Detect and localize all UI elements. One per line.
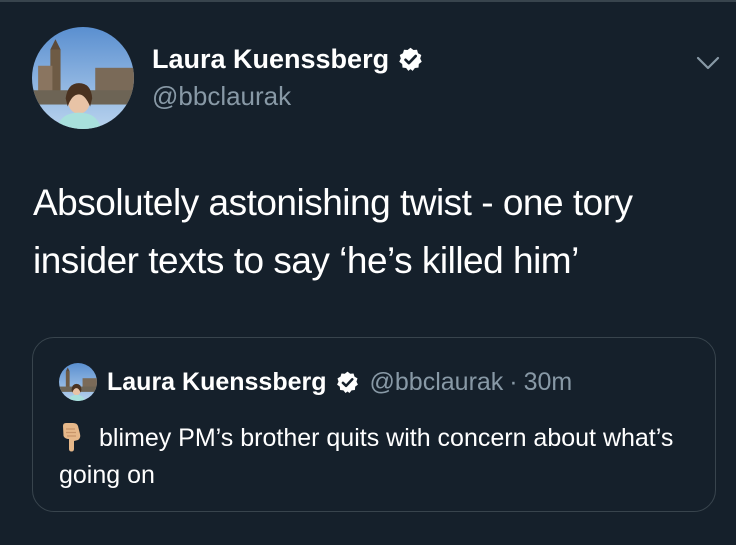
quoted-author-handle[interactable]: @bbclaurak	[370, 366, 504, 398]
quoted-tweet-header: Laura Kuenssberg @bbclaurak · 30m	[107, 366, 572, 398]
author-name-row[interactable]: Laura Kuenssberg	[152, 42, 424, 76]
chevron-down-icon	[696, 56, 720, 70]
author-avatar[interactable]	[32, 27, 134, 129]
quoted-author-name[interactable]: Laura Kuenssberg	[107, 366, 327, 398]
verified-badge-icon	[335, 370, 360, 395]
pointing-down-hand-icon	[59, 422, 85, 452]
top-divider	[0, 0, 736, 2]
verified-badge-icon	[397, 46, 424, 73]
quoted-tweet-card[interactable]: Laura Kuenssberg @bbclaurak · 30m blimey…	[32, 337, 716, 512]
tweet-text: Absolutely astonishing twist - one tory …	[33, 182, 633, 281]
quoted-tweet-timestamp[interactable]: 30m	[524, 366, 573, 398]
author-name[interactable]: Laura Kuenssberg	[152, 42, 389, 76]
quoted-tweet-text-block: blimey PM’s brother quits with concern a…	[59, 420, 699, 494]
quoted-tweet-text: blimey PM’s brother quits with concern a…	[59, 424, 674, 489]
more-options-button[interactable]	[693, 50, 723, 76]
author-handle[interactable]: @bbclaurak	[152, 80, 291, 112]
quoted-author-avatar[interactable]	[59, 363, 97, 401]
dot-separator: ·	[509, 368, 518, 396]
